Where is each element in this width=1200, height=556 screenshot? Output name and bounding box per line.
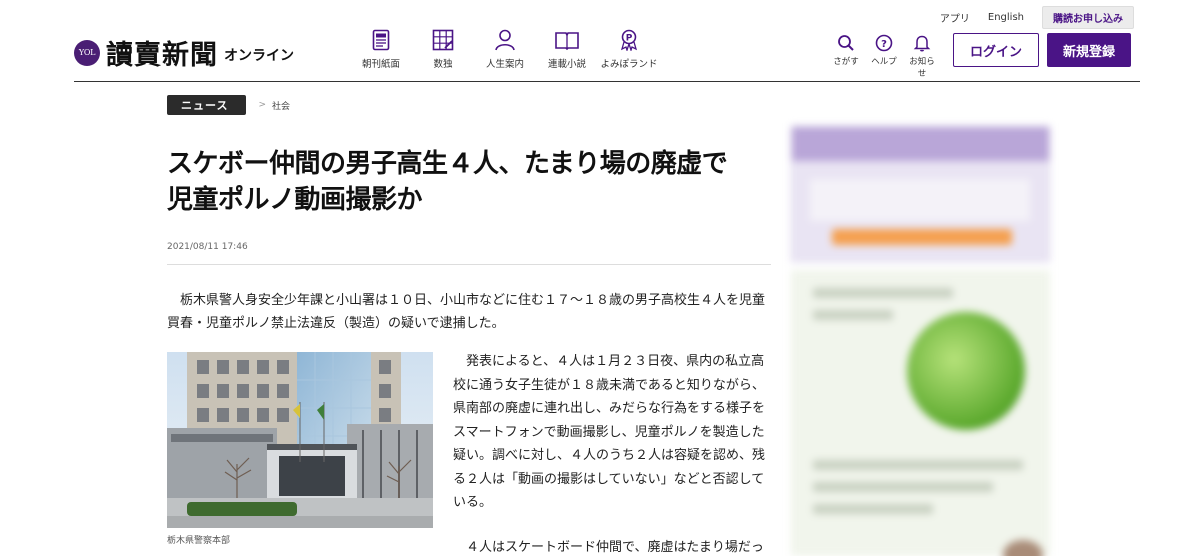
photo-caption: 栃木県警察本部 bbox=[167, 536, 231, 546]
breadcrumb-separator: > bbox=[258, 100, 266, 110]
ad-header-bar bbox=[792, 127, 1049, 161]
article-title-line2: 児童ポルノ動画撮影か bbox=[167, 185, 423, 215]
article-photo[interactable] bbox=[167, 352, 433, 528]
article-date: 2021/08/11 17:46 bbox=[167, 242, 771, 265]
breadcrumb-section[interactable]: ニュース bbox=[167, 95, 247, 115]
person-icon bbox=[495, 29, 515, 51]
register-button[interactable]: 新規登録 bbox=[1047, 33, 1131, 67]
article-paragraph: ４人はスケートボード仲間で、廃虚はたまり場だっ bbox=[466, 540, 764, 555]
book-icon bbox=[555, 32, 579, 51]
nav-item-morning-paper[interactable]: 朝刊紙面 bbox=[350, 29, 412, 70]
help-icon: ? bbox=[875, 34, 893, 52]
article-title-line1: スケボー仲間の男子高生４人、たまり場の廃虚で bbox=[167, 149, 728, 179]
sudoku-grid-icon bbox=[432, 29, 454, 51]
article-paragraph: 発表によると、４人は１月２３日夜、県内の私立高校に通う女子生徒が１８歳未満である… bbox=[453, 354, 766, 510]
breadcrumb: ニュース > 社会 bbox=[167, 95, 290, 115]
app-link[interactable]: アプリ bbox=[940, 10, 970, 25]
nav-item-sudoku[interactable]: 数独 bbox=[412, 29, 474, 70]
sidebar-ad-panel[interactable] bbox=[791, 270, 1050, 556]
site-logo[interactable]: YOL 讀賣新聞 オンライン bbox=[74, 33, 294, 72]
article-lead: 栃木県警人身安全少年課と小山署は１０日、小山市などに住む１７〜１８歳の男子高校生… bbox=[167, 293, 766, 331]
subscribe-button[interactable]: 購読お申し込み bbox=[1042, 6, 1134, 29]
logo-badge: YOL bbox=[74, 39, 100, 66]
ad-cta-button[interactable] bbox=[832, 229, 1012, 245]
logo-title: 讀賣新聞 bbox=[106, 40, 218, 71]
sidebar-ad-banner[interactable] bbox=[791, 126, 1050, 262]
ad-text-line bbox=[813, 504, 933, 514]
ad-graphic bbox=[907, 312, 1025, 430]
sidebar-ads bbox=[791, 126, 1050, 556]
ad-text-line bbox=[813, 310, 893, 320]
english-link[interactable]: English bbox=[988, 12, 1024, 23]
nav-label: 連載小説 bbox=[547, 59, 586, 70]
police-headquarters-photo bbox=[167, 352, 433, 528]
ad-text-line bbox=[813, 482, 993, 492]
ad-content-block bbox=[810, 179, 1030, 221]
tool-label: お知らせ bbox=[909, 57, 935, 79]
notifications-tool[interactable]: お知らせ bbox=[908, 34, 936, 79]
main-nav: 朝刊紙面 数独 人生案内 連載小説 P よみぽランド bbox=[350, 29, 660, 70]
login-button[interactable]: ログイン bbox=[953, 33, 1039, 67]
nav-label: よみぽランド bbox=[600, 59, 658, 70]
header-divider bbox=[74, 81, 1140, 82]
search-icon bbox=[838, 35, 854, 51]
nav-label: 数独 bbox=[433, 59, 453, 70]
ad-text-line bbox=[813, 460, 1023, 470]
nav-item-serial-novel[interactable]: 連載小説 bbox=[536, 29, 598, 70]
points-medal-icon: P bbox=[620, 29, 638, 51]
nav-label: 朝刊紙面 bbox=[361, 59, 400, 70]
newspaper-icon bbox=[372, 29, 390, 51]
article-header: スケボー仲間の男子高生４人、たまり場の廃虚で 児童ポルノ動画撮影か 2021/0… bbox=[167, 146, 771, 335]
tool-label: ヘルプ bbox=[871, 57, 897, 67]
logo-subtitle: オンライン bbox=[224, 47, 294, 64]
svg-text:P: P bbox=[626, 34, 633, 44]
breadcrumb-category[interactable]: 社会 bbox=[272, 99, 290, 112]
article-title: スケボー仲間の男子高生４人、たまり場の廃虚で 児童ポルノ動画撮影か bbox=[167, 146, 771, 218]
bell-icon bbox=[913, 35, 931, 52]
ad-avatar bbox=[1003, 540, 1043, 556]
svg-text:?: ? bbox=[881, 39, 887, 50]
site-header: アプリ English 購読お申し込み YOL 讀賣新聞 オンライン 朝刊紙面 … bbox=[0, 0, 1200, 82]
help-tool[interactable]: ? ヘルプ bbox=[870, 34, 898, 79]
search-tool[interactable]: さがす bbox=[832, 34, 860, 79]
nav-label: 人生案内 bbox=[485, 59, 524, 70]
tool-label: さがす bbox=[833, 57, 859, 67]
nav-item-life-advice[interactable]: 人生案内 bbox=[474, 29, 536, 70]
ad-text-line bbox=[813, 288, 953, 298]
utility-bar: アプリ English 購読お申し込み bbox=[940, 6, 1134, 29]
nav-item-yomipo-land[interactable]: P よみぽランド bbox=[598, 29, 660, 70]
header-tools: さがす ? ヘルプ お知らせ bbox=[832, 34, 936, 79]
